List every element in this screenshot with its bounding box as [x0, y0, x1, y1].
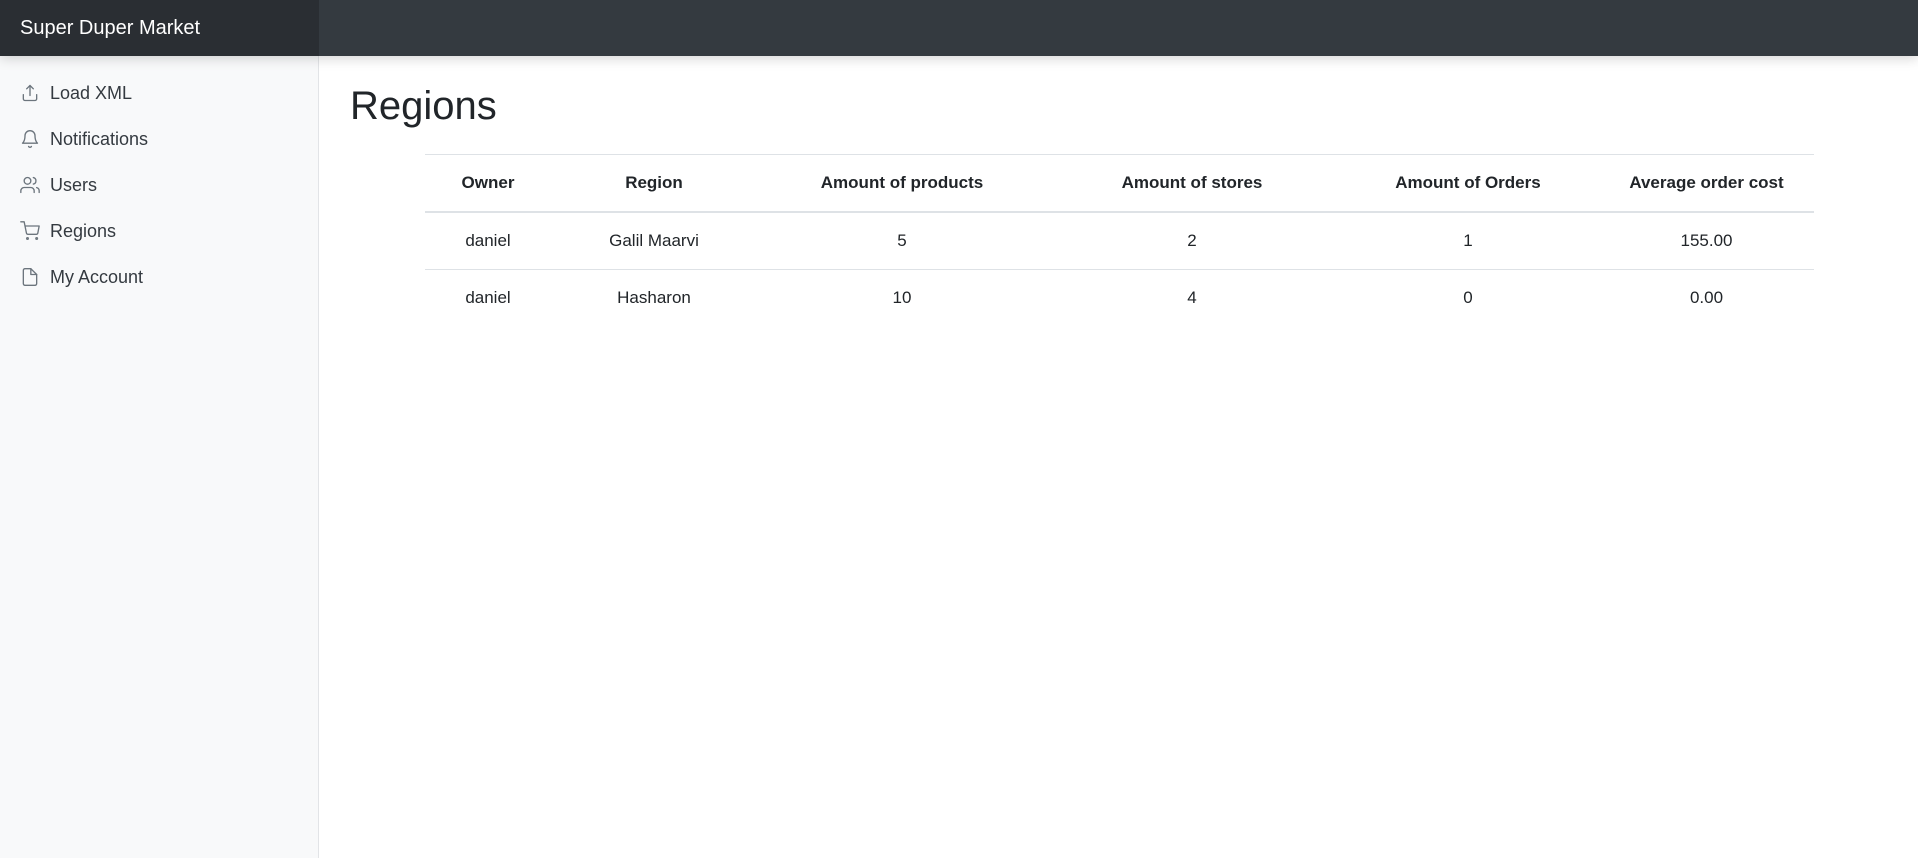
- brand-link[interactable]: Super Duper Market: [0, 0, 319, 56]
- sidebar-item-label: Users: [50, 174, 98, 195]
- sidebar-item-my-account[interactable]: My Account: [0, 254, 318, 300]
- upload-icon: [20, 83, 40, 103]
- cell-average-order-cost: 155.00: [1599, 212, 1814, 270]
- column-header-amount-of-stores: Amount of stores: [1047, 154, 1337, 213]
- column-header-owner: Owner: [425, 154, 551, 213]
- sidebar-item-label: My Account: [50, 266, 144, 287]
- cell-owner: daniel: [465, 288, 511, 307]
- bell-icon: [20, 129, 40, 149]
- page-title: Regions: [350, 84, 497, 128]
- cell-amount-of-stores: 2: [1047, 212, 1337, 270]
- users-icon: [20, 175, 40, 195]
- column-header-average-order-cost: Average order cost: [1599, 154, 1814, 213]
- cart-icon: [20, 221, 40, 241]
- cell-average-order-cost: 0.00: [1689, 288, 1724, 307]
- top-navbar: Super Duper Market: [0, 0, 1918, 56]
- cell-amount-of-orders: 0: [1463, 288, 1473, 307]
- sidebar-item-users[interactable]: Users: [0, 162, 318, 208]
- file-icon: [20, 267, 40, 287]
- table-row: daniel Galil Maarvi 5 2 1 155.00: [425, 212, 1814, 270]
- sidebar-item-label: Load XML: [50, 82, 133, 103]
- sidebar-item-label: Regions: [50, 220, 117, 241]
- table-header-row: Owner Region Amount of products Amount o…: [425, 154, 1814, 213]
- cell-amount-of-products: 5: [757, 212, 1047, 270]
- cell-amount-of-products: 10: [892, 288, 912, 307]
- sidebar: Load XML Notifications Users Regions My …: [0, 56, 319, 858]
- cell-region: Galil Maarvi: [551, 212, 757, 270]
- column-header-region: Region: [551, 154, 757, 213]
- sidebar-item-regions[interactable]: Regions: [0, 208, 318, 254]
- table-row: daniel Hasharon 10 4 0 0.00: [425, 270, 1814, 327]
- sidebar-item-label: Notifications: [50, 128, 149, 149]
- main-content: Regions Owner Region Amount of products …: [320, 56, 1918, 858]
- cell-region: Hasharon: [617, 288, 691, 307]
- column-header-amount-of-products: Amount of products: [757, 154, 1047, 213]
- regions-table: Owner Region Amount of products Amount o…: [425, 154, 1814, 326]
- cell-owner: daniel: [425, 212, 551, 270]
- cell-amount-of-orders: 1: [1337, 212, 1599, 270]
- sidebar-item-load-xml[interactable]: Load XML: [0, 70, 318, 116]
- cell-amount-of-stores: 4: [1187, 288, 1197, 307]
- sidebar-item-notifications[interactable]: Notifications: [0, 116, 318, 162]
- column-header-amount-of-orders: Amount of Orders: [1337, 154, 1599, 213]
